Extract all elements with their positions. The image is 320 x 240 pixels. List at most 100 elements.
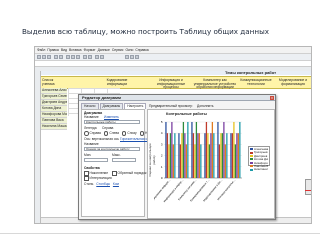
bar (210, 133, 212, 178)
underline-icon[interactable] (135, 55, 139, 59)
bar (200, 144, 202, 178)
radio-icon[interactable] (84, 131, 89, 136)
chart-editor-dialog: Редактор диаграмм x Начало Диаграммы Нас… (78, 94, 276, 220)
radio-icon[interactable] (121, 131, 127, 136)
chart-svg: 012345Кодирование информ…Информация и ин… (154, 120, 242, 203)
bar (198, 133, 201, 178)
menu-insert[interactable]: Вставка (69, 48, 82, 52)
chart-icon[interactable] (95, 55, 99, 59)
bar (166, 133, 169, 178)
print-icon[interactable] (54, 55, 58, 59)
prop-row: Накопление Обратный порядок (84, 171, 146, 176)
bar (169, 133, 172, 178)
axis-name-input[interactable]: Оценки за контрольную работу (84, 147, 140, 151)
open-file-icon[interactable] (42, 55, 46, 59)
y-tick-label: 5 (161, 120, 163, 124)
y-tick-label: 1 (161, 165, 163, 169)
bar (236, 133, 238, 178)
paste-icon[interactable] (76, 55, 80, 59)
bar (211, 122, 214, 178)
checkbox-icon[interactable] (112, 171, 117, 176)
prop-label[interactable]: Накопление (90, 171, 109, 175)
checkbox-icon[interactable] (84, 171, 89, 176)
menu-edit[interactable]: Правка (47, 48, 58, 52)
bar (218, 144, 221, 178)
chart-title-input[interactable]: Контрольные работы (84, 120, 140, 124)
bar (184, 133, 186, 178)
undo-icon[interactable] (83, 55, 87, 59)
style-label: Стиль (84, 182, 94, 186)
settings-panel: Диаграмма Название Изменить Контрольные … (81, 109, 151, 217)
max-input[interactable] (112, 158, 136, 162)
style-option[interactable]: Ком (113, 182, 119, 186)
bar (213, 133, 215, 178)
max-label: Макс. (112, 153, 121, 157)
slide-title: Выделив всю таблицу, можно построить Таб… (22, 27, 269, 36)
min-input[interactable] (84, 158, 108, 162)
bar (165, 122, 167, 178)
student-column: Алексеева Алиса Григорьев Семен Дмитриев… (41, 88, 67, 130)
preview-tab[interactable]: Предварительный просмотр (149, 104, 192, 108)
bar (220, 133, 222, 178)
resize-handle[interactable] (305, 179, 311, 195)
toolbar (35, 54, 311, 61)
radio-icon[interactable] (139, 131, 145, 136)
menu-file[interactable]: Файл (37, 48, 45, 52)
y-tick-label: 0 (161, 176, 163, 180)
style-option[interactable]: Столбцы (96, 182, 110, 186)
new-file-icon[interactable] (37, 55, 41, 59)
menu-view[interactable]: Вид (61, 48, 67, 52)
bar (231, 133, 234, 178)
copy-icon[interactable] (71, 55, 75, 59)
header-topic-5: Моделирование и формализация (278, 78, 308, 86)
prop-label[interactable]: Интерполяция (90, 176, 112, 180)
bar (181, 133, 183, 178)
bar (239, 122, 241, 178)
menu-bar: Файл Правка Вид Вставка Формат Данные Се… (35, 47, 311, 54)
bar (221, 133, 224, 178)
bar (217, 122, 219, 178)
bold-icon[interactable] (125, 55, 129, 59)
student-cell[interactable]: Никитина Маша (41, 124, 67, 130)
sort-icon[interactable] (100, 55, 104, 59)
legend-option[interactable]: Слева (109, 131, 119, 135)
title-label: Название (84, 115, 99, 119)
prop-row: Интерполяция (84, 176, 112, 181)
legend-label: Легенда (84, 126, 97, 130)
prop-label[interactable]: Обратный порядок (118, 171, 147, 175)
menu-tools[interactable]: Сервис (112, 48, 124, 52)
bar (204, 133, 206, 178)
preview-icon[interactable] (59, 55, 63, 59)
y-tick-label: 2 (161, 154, 163, 158)
header-topic-2: Информация и информационные процессы (156, 78, 186, 90)
menu-format[interactable]: Формат (84, 48, 96, 52)
menu-window[interactable]: Окно (125, 48, 133, 52)
bar (182, 122, 185, 178)
save-icon[interactable] (47, 55, 51, 59)
menu-data[interactable]: Данные (98, 48, 110, 52)
italic-icon[interactable] (130, 55, 134, 59)
y-tick-label: 3 (161, 142, 163, 146)
legend-option[interactable]: Снизу (127, 131, 136, 135)
axis-name-label: Название (84, 142, 99, 146)
chart-legend: Алексеева АлисаГригорьев СеменДмитриев А… (248, 146, 270, 171)
legend-swatch (250, 151, 253, 154)
bar (226, 133, 228, 178)
cut-icon[interactable] (66, 55, 70, 59)
bar (208, 144, 211, 178)
close-icon[interactable]: x (270, 96, 274, 100)
title-edit-link[interactable]: Изменить (104, 115, 119, 119)
legend-entry: Никитина Маша (250, 168, 268, 171)
menu-help[interactable]: Справка (135, 48, 148, 52)
preview-extra[interactable]: Дополнить (197, 104, 213, 108)
bar (207, 133, 209, 178)
redo-icon[interactable] (88, 55, 92, 59)
legend-swatch (250, 155, 253, 158)
y-tick-label: 4 (161, 131, 163, 135)
chart-preview: Контрольные работы Оценки за контрольную… (147, 109, 275, 219)
checkbox-icon[interactable] (84, 176, 89, 181)
legend-option[interactable]: Справа (90, 131, 101, 135)
bar (168, 144, 170, 178)
radio-icon[interactable] (103, 131, 109, 136)
legend-swatch (250, 168, 253, 171)
